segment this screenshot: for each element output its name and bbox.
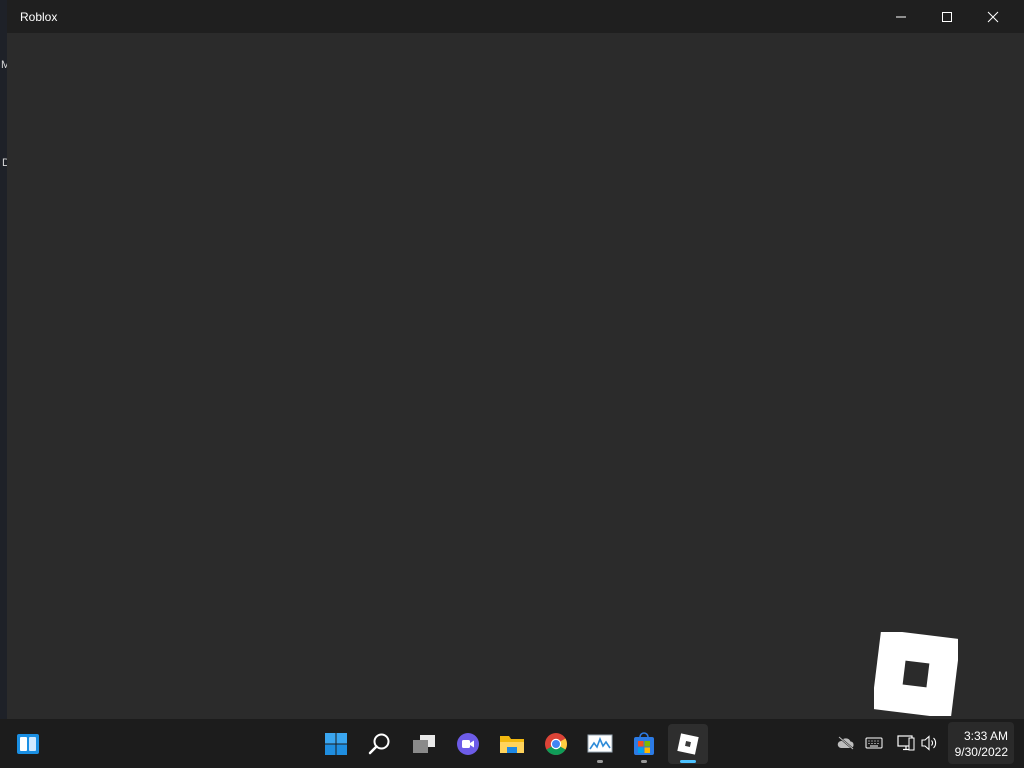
store-icon bbox=[634, 732, 654, 755]
title-bar[interactable]: Roblox bbox=[7, 0, 1024, 33]
taskbar-clock[interactable]: 3:33 AM 9/30/2022 bbox=[948, 722, 1014, 764]
volume-icon bbox=[921, 735, 937, 751]
search-icon bbox=[368, 733, 390, 755]
close-button[interactable] bbox=[970, 0, 1016, 33]
window-title: Roblox bbox=[20, 10, 58, 24]
widgets-button[interactable] bbox=[8, 724, 48, 764]
start-icon bbox=[325, 733, 347, 755]
roblox-logo-icon bbox=[874, 632, 958, 716]
keyboard-icon bbox=[865, 737, 883, 749]
start-button[interactable] bbox=[316, 724, 356, 764]
widgets-icon bbox=[17, 734, 39, 754]
volume-button[interactable] bbox=[921, 735, 939, 751]
task-view-button[interactable] bbox=[404, 724, 444, 764]
running-indicator bbox=[641, 760, 647, 763]
roblox-taskbar-button[interactable] bbox=[668, 724, 708, 764]
taskbar: 3:33 AM 9/30/2022 bbox=[0, 719, 1024, 768]
roblox-window: Roblox bbox=[7, 0, 1024, 719]
file-explorer-button[interactable] bbox=[492, 724, 532, 764]
keyboard-button[interactable] bbox=[865, 735, 883, 751]
chrome-icon bbox=[545, 733, 567, 755]
running-indicator bbox=[597, 760, 603, 763]
maximize-icon bbox=[942, 11, 952, 22]
clock-time: 3:33 AM bbox=[963, 729, 1008, 743]
onedrive-icon bbox=[837, 736, 854, 750]
minimize-icon bbox=[896, 16, 906, 17]
network-icon bbox=[897, 735, 915, 751]
resource-monitor-button[interactable] bbox=[580, 724, 620, 764]
maximize-button[interactable] bbox=[924, 0, 970, 33]
close-icon bbox=[987, 11, 999, 22]
active-window-indicator bbox=[680, 760, 696, 763]
file-explorer-icon bbox=[500, 736, 524, 753]
chat-icon bbox=[457, 733, 479, 755]
store-button[interactable] bbox=[624, 724, 664, 764]
task-view-icon bbox=[413, 735, 435, 753]
minimize-button[interactable] bbox=[878, 0, 924, 33]
roblox-icon bbox=[677, 733, 699, 755]
resource-monitor-icon bbox=[587, 734, 613, 753]
onedrive-button[interactable] bbox=[837, 735, 855, 751]
chat-button[interactable] bbox=[448, 724, 488, 764]
chrome-button[interactable] bbox=[536, 724, 576, 764]
game-loading-area bbox=[7, 33, 1024, 719]
network-button[interactable] bbox=[897, 735, 915, 751]
clock-date: 9/30/2022 bbox=[954, 745, 1008, 759]
search-button[interactable] bbox=[360, 724, 400, 764]
